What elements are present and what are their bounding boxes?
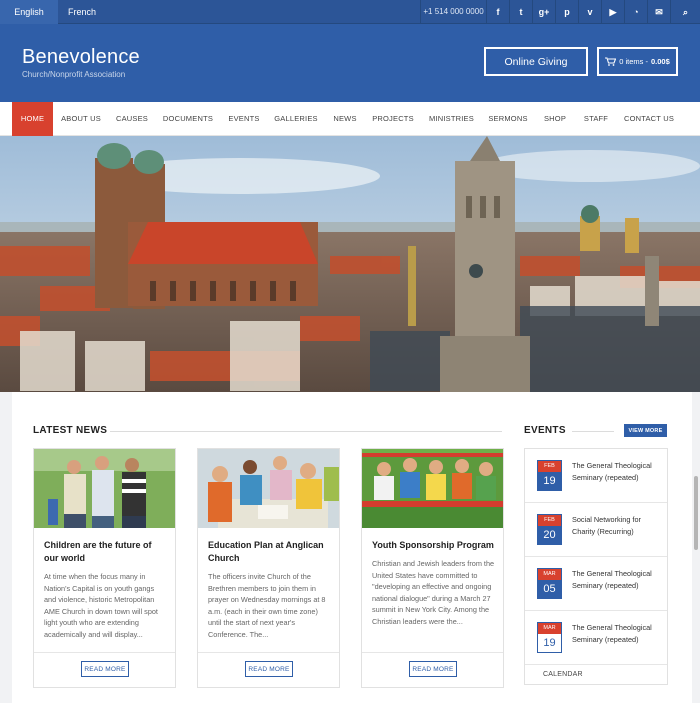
event-title[interactable]: The General Theological Seminary (repeat… — [572, 568, 662, 591]
nav-item-causes[interactable]: Causes — [109, 102, 155, 136]
news-card-title[interactable]: Children are the future of our world — [44, 539, 168, 565]
event-month: MAR — [538, 623, 561, 634]
nav-item-events[interactable]: Events — [222, 102, 266, 136]
calendar-link[interactable]: CALENDAR — [525, 665, 667, 685]
view-more-button[interactable]: VIEW MORE — [624, 424, 667, 437]
page-scrollbar[interactable] — [694, 476, 698, 550]
mail-icon[interactable]: ✉ — [647, 0, 670, 24]
site-header: Benevolence Church/Nonprofit Association… — [0, 24, 700, 102]
cart-total: 0.00$ — [650, 57, 670, 66]
nav-item-home[interactable]: Home — [12, 102, 53, 136]
nav-item-galleries[interactable]: Galleries — [268, 102, 324, 136]
read-more-button[interactable]: READ MORE — [409, 661, 457, 677]
event-item[interactable]: FEB 19 The General Theological Seminary … — [525, 449, 667, 503]
event-day: 05 — [538, 580, 561, 598]
search-icon[interactable]: ⌕ — [670, 0, 700, 24]
event-title[interactable]: The General Theological Seminary (repeat… — [572, 622, 662, 645]
news-card-divider — [34, 652, 175, 653]
shopping-cart-icon — [605, 57, 617, 66]
site-logo-title[interactable]: Benevolence — [22, 46, 140, 69]
twitter-icon[interactable]: t — [509, 0, 532, 24]
news-card-divider — [198, 652, 339, 653]
cart-items-count: 0 items - — [619, 57, 648, 66]
vimeo-icon[interactable]: v — [578, 0, 601, 24]
event-day: 20 — [538, 526, 561, 544]
nav-item-sermons[interactable]: Sermons — [484, 102, 532, 136]
rss-icon[interactable]: ◔ — [624, 0, 647, 24]
news-card-title[interactable]: Youth Sponsorship Program — [372, 539, 496, 552]
read-more-button[interactable]: READ MORE — [81, 661, 129, 677]
news-card: Education Plan at Anglican Church The of… — [197, 448, 340, 688]
latest-news-divider — [110, 431, 502, 432]
event-date-badge: MAR 05 — [537, 568, 562, 599]
news-card-excerpt: Christian and Jewish leaders from the Un… — [372, 559, 495, 626]
event-item[interactable]: FEB 20 Social Networking for Charity (Re… — [525, 503, 667, 557]
event-month: FEB — [538, 515, 561, 526]
news-card-image[interactable] — [34, 449, 175, 528]
news-card-excerpt: The officers invite Church of the Brethr… — [208, 572, 326, 639]
event-date-badge: FEB 20 — [537, 514, 562, 545]
news-card: Youth Sponsorship Program Christian and … — [361, 448, 504, 688]
event-date-badge: FEB 19 — [537, 460, 562, 491]
news-card-divider — [362, 652, 503, 653]
news-card-title[interactable]: Education Plan at Anglican Church — [208, 539, 332, 565]
events-list: FEB 19 The General Theological Seminary … — [524, 448, 668, 685]
news-card-image[interactable] — [362, 449, 503, 528]
news-card: Children are the future of our world At … — [33, 448, 176, 688]
event-month: MAR — [538, 569, 561, 580]
read-more-button[interactable]: READ MORE — [245, 661, 293, 677]
language-french[interactable]: French — [58, 0, 106, 24]
event-item[interactable]: MAR 19 The General Theological Seminary … — [525, 611, 667, 665]
nav-item-shop[interactable]: Shop — [536, 102, 574, 136]
youtube-icon[interactable]: ▶ — [601, 0, 624, 24]
nav-item-contact-us[interactable]: Contact Us — [618, 102, 680, 136]
cart-button[interactable]: 0 items - 0.00$ — [597, 47, 678, 76]
event-month: FEB — [538, 461, 561, 472]
nav-item-news[interactable]: News — [326, 102, 364, 136]
language-english[interactable]: English — [0, 0, 58, 24]
google-plus-icon[interactable]: g+ — [532, 0, 555, 24]
event-title[interactable]: The General Theological Seminary (repeat… — [572, 460, 662, 483]
events-divider — [572, 431, 614, 432]
phone-number: +1 514 000 0000 — [420, 0, 486, 24]
nav-item-ministries[interactable]: Ministries — [423, 102, 480, 136]
nav-item-about-us[interactable]: About Us — [55, 102, 107, 136]
online-giving-button[interactable]: Online Giving — [484, 47, 588, 76]
pinterest-icon[interactable]: p — [555, 0, 578, 24]
nav-item-documents[interactable]: Documents — [158, 102, 218, 136]
main-navigation: Home About Us Causes Documents Events Ga… — [0, 102, 700, 136]
event-item[interactable]: MAR 05 The General Theological Seminary … — [525, 557, 667, 611]
news-card-excerpt: At time when the focus many in Nation's … — [44, 572, 158, 639]
nav-item-staff[interactable]: Staff — [577, 102, 615, 136]
event-title[interactable]: Social Networking for Charity (Recurring… — [572, 514, 662, 537]
event-day: 19 — [538, 472, 561, 490]
latest-news-heading: LATEST NEWS — [33, 425, 108, 436]
news-card-image[interactable] — [198, 449, 339, 528]
site-tagline: Church/Nonprofit Association — [22, 70, 126, 79]
hero-city-image — [0, 136, 700, 392]
events-heading: EVENTS — [524, 425, 566, 436]
event-day: 19 — [538, 634, 561, 652]
facebook-icon[interactable]: f — [486, 0, 509, 24]
event-date-badge: MAR 19 — [537, 622, 562, 653]
top-bar: English French +1 514 000 0000 f t g+ p … — [0, 0, 700, 24]
nav-item-projects[interactable]: Projects — [366, 102, 420, 136]
